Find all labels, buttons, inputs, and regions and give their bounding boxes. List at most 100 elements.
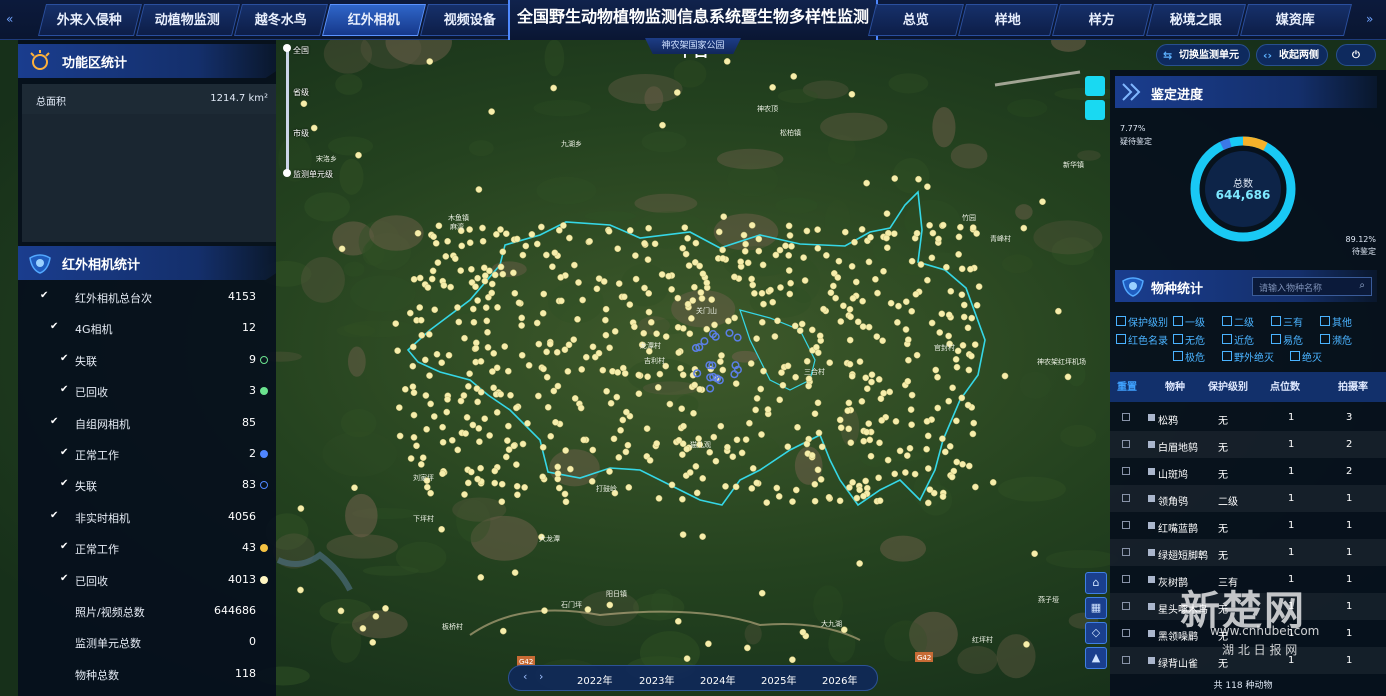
check-icon[interactable]: ✔ xyxy=(50,321,58,332)
row-checkbox[interactable] xyxy=(1122,467,1130,475)
grid-icon[interactable]: ▦ xyxy=(1085,597,1107,619)
filter-checkbox[interactable]: 濒危 xyxy=(1320,332,1352,347)
col-rate[interactable]: 拍摄率 xyxy=(1322,372,1384,402)
tab-infrared-camera[interactable]: 红外相机 xyxy=(322,4,426,36)
table-row[interactable]: 山斑鸠 无 1 2 xyxy=(1110,458,1386,485)
year-2022[interactable]: 2022年 xyxy=(577,672,612,687)
layers-icon[interactable]: ◇ xyxy=(1085,622,1107,644)
filter-checkbox[interactable]: 保护级别 xyxy=(1116,314,1168,329)
row-checkbox[interactable] xyxy=(1122,548,1130,556)
filter-checkbox[interactable]: 红色名录 xyxy=(1116,332,1168,347)
row-checkbox[interactable] xyxy=(1122,656,1130,664)
zoom-level-rail[interactable] xyxy=(286,48,289,174)
row-checkbox[interactable] xyxy=(1122,521,1130,529)
collapse-sides-button[interactable]: ‹› 收起两侧 xyxy=(1256,44,1328,66)
camera-stat-row[interactable]: ✔ 红外相机总台次 4153 xyxy=(18,285,276,309)
camera-stat-row[interactable]: ✔ 已回收 3 xyxy=(18,379,276,403)
nav-next-icon[interactable]: » xyxy=(1366,12,1373,26)
camera-point xyxy=(550,84,557,92)
check-icon[interactable]: ✔ xyxy=(40,290,48,301)
tab-media-library[interactable]: 媒资库 xyxy=(1240,4,1352,36)
filter-checkbox[interactable]: 一级 xyxy=(1173,314,1205,329)
camera-stat-row[interactable]: ✔ 失联 83 xyxy=(18,473,276,497)
reset-button[interactable]: 重置 xyxy=(1112,372,1142,402)
camera-stat-row[interactable]: ✔ 正常工作 43 xyxy=(18,536,276,560)
nav-prev-icon[interactable]: « xyxy=(6,12,13,26)
filter-checkbox[interactable]: 无危 xyxy=(1173,332,1205,347)
tab-invasive-species[interactable]: 外来入侵种 xyxy=(38,4,142,36)
zoom-level-city[interactable]: 市级 xyxy=(293,128,309,139)
filter-checkbox[interactable]: 极危 xyxy=(1173,349,1205,364)
table-row[interactable]: 白眉地鸫 无 1 2 xyxy=(1110,431,1386,458)
camera-point xyxy=(1001,372,1009,380)
col-protection[interactable]: 保护级别 xyxy=(1206,372,1250,402)
col-points[interactable]: 点位数 xyxy=(1250,372,1320,402)
camera-stat-row[interactable]: 监测单元总数 0 xyxy=(18,630,276,654)
year-2025[interactable]: 2025年 xyxy=(761,672,796,687)
zoom-top-knob[interactable] xyxy=(283,44,291,52)
home-icon[interactable]: ⌂ xyxy=(1085,572,1107,594)
mountain-icon[interactable]: ▲ xyxy=(1085,647,1107,669)
filter-checkbox[interactable]: 野外绝灭 xyxy=(1222,349,1274,364)
zoom-level-province[interactable]: 省级 xyxy=(293,87,309,98)
check-icon[interactable]: ✔ xyxy=(60,478,68,489)
filter-checkbox[interactable]: 近危 xyxy=(1222,332,1254,347)
zoom-level-unit[interactable]: 监测单元级 xyxy=(293,169,333,180)
col-species[interactable]: 物种 xyxy=(1150,372,1200,402)
table-row[interactable]: 红嘴蓝鹊 无 1 1 xyxy=(1110,512,1386,539)
year-2026[interactable]: 2026年 xyxy=(822,672,857,687)
tab-video-devices[interactable]: 视频设备 xyxy=(420,4,520,36)
filter-checkbox[interactable]: 易危 xyxy=(1271,332,1303,347)
location-icon[interactable] xyxy=(1085,100,1105,120)
filter-checkbox[interactable]: 绝灭 xyxy=(1290,349,1322,364)
check-icon[interactable]: ✔ xyxy=(60,384,68,395)
camera-stat-row[interactable]: ✔ 非实时相机 4056 xyxy=(18,505,276,529)
table-row[interactable]: 绿翅短脚鹎无 1 1 xyxy=(1110,539,1386,566)
camera-point xyxy=(814,466,822,474)
year-2023[interactable]: 2023年 xyxy=(639,672,674,687)
zoom-level-national[interactable]: 全国 xyxy=(293,45,309,56)
row-checkbox[interactable] xyxy=(1122,575,1130,583)
park-name-badge[interactable]: 神农架国家公园 xyxy=(645,38,741,54)
tab-quadrats[interactable]: 样方 xyxy=(1052,4,1152,36)
row-checkbox[interactable] xyxy=(1122,413,1130,421)
switch-unit-button[interactable]: ⇆ 切换监测单元 xyxy=(1156,44,1250,66)
check-icon[interactable]: ✔ xyxy=(60,447,68,458)
zoom-current-knob[interactable] xyxy=(283,169,291,177)
species-search-input[interactable]: 请输入物种名称 ⌕ xyxy=(1252,277,1372,296)
row-checkbox[interactable] xyxy=(1122,629,1130,637)
tab-secret-eye[interactable]: 秘境之眼 xyxy=(1146,4,1246,36)
camera-point xyxy=(679,531,687,538)
check-icon[interactable]: ✔ xyxy=(60,541,68,552)
check-icon[interactable]: ✔ xyxy=(50,510,58,521)
camera-stat-row[interactable]: ✔ 失联 9 xyxy=(18,348,276,372)
row-checkbox[interactable] xyxy=(1122,494,1130,502)
camera-stat-row[interactable]: ✔ 已回收 4013 xyxy=(18,568,276,592)
tab-plots[interactable]: 样地 xyxy=(958,4,1058,36)
year-next-icon[interactable]: › xyxy=(539,670,543,683)
year-2024[interactable]: 2024年 xyxy=(700,672,735,687)
check-icon[interactable]: ✔ xyxy=(60,353,68,364)
camera-point xyxy=(409,383,417,391)
year-prev-icon[interactable]: ‹ xyxy=(523,670,527,683)
row-checkbox[interactable] xyxy=(1122,602,1130,610)
camera-stat-row[interactable]: 物种总数 118 xyxy=(18,662,276,686)
filter-checkbox[interactable]: 二级 xyxy=(1222,314,1254,329)
table-row[interactable]: 松鸦 无 1 3 xyxy=(1110,404,1386,431)
camera-stat-row[interactable]: 照片/视频总数 644686 xyxy=(18,599,276,623)
search-icon[interactable]: ⌕ xyxy=(1359,280,1365,291)
settings-power-button[interactable]: ⏻ xyxy=(1336,44,1376,66)
row-checkbox[interactable] xyxy=(1122,440,1130,448)
check-icon[interactable]: ✔ xyxy=(60,573,68,584)
tab-wintering-birds[interactable]: 越冬水鸟 xyxy=(234,4,328,36)
tab-flora-fauna[interactable]: 动植物监测 xyxy=(136,4,240,36)
check-icon[interactable]: ✔ xyxy=(50,416,58,427)
filter-checkbox[interactable]: 其他 xyxy=(1320,314,1352,329)
table-row[interactable]: 领角鸮 二级 1 1 xyxy=(1110,485,1386,512)
layer-switch-icon[interactable] xyxy=(1085,76,1105,96)
camera-stat-row[interactable]: ✔ 正常工作 2 xyxy=(18,442,276,466)
tab-overview[interactable]: 总览 xyxy=(868,4,964,36)
camera-stat-row[interactable]: ✔ 4G相机 12 xyxy=(18,316,276,340)
filter-checkbox[interactable]: 三有 xyxy=(1271,314,1303,329)
camera-stat-row[interactable]: ✔ 自组网相机 85 xyxy=(18,411,276,435)
